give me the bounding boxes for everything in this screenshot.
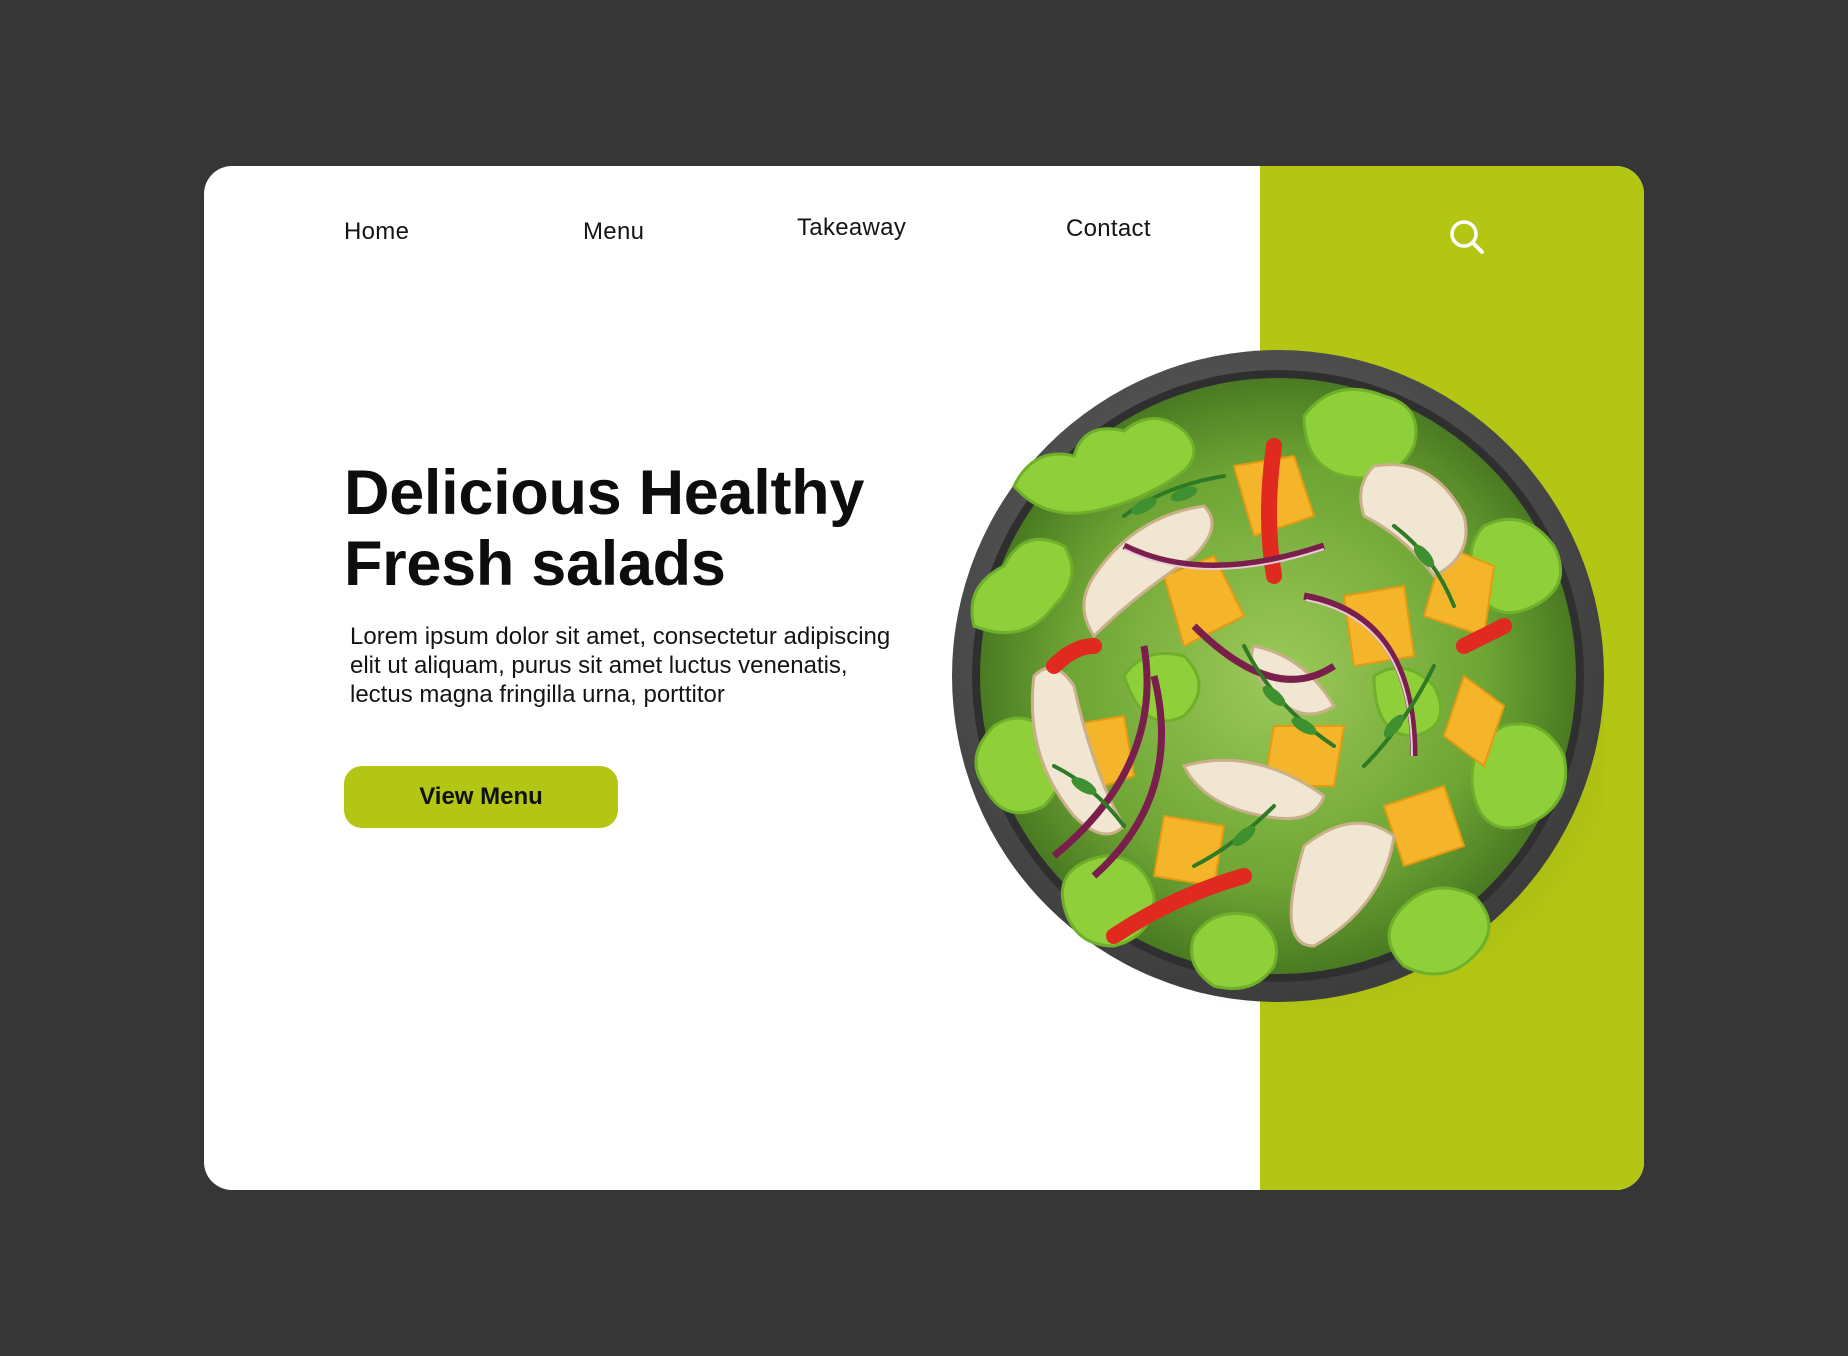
salad-bowl-image	[952, 350, 1604, 1016]
hero-description: Lorem ipsum dolor sit amet, consectetur …	[350, 623, 891, 708]
nav-menu-link[interactable]: Menu	[583, 218, 644, 246]
nav-home-link[interactable]: Home	[344, 218, 409, 246]
view-menu-button[interactable]: View Menu	[344, 766, 618, 828]
nav-contact-link[interactable]: Contact	[1066, 215, 1151, 243]
nav-takeaway-link[interactable]: Takeaway	[797, 214, 906, 242]
search-button[interactable]	[1440, 210, 1494, 264]
search-icon	[1450, 220, 1484, 254]
landing-card: Home Menu Takeaway Contact Delicious Hea…	[204, 166, 1644, 1190]
hero-title: Delicious Healthy Fresh salads	[344, 458, 944, 600]
hero-title-line-2: Fresh salads	[344, 529, 726, 599]
hero-title-line-1: Delicious Healthy	[344, 458, 865, 528]
